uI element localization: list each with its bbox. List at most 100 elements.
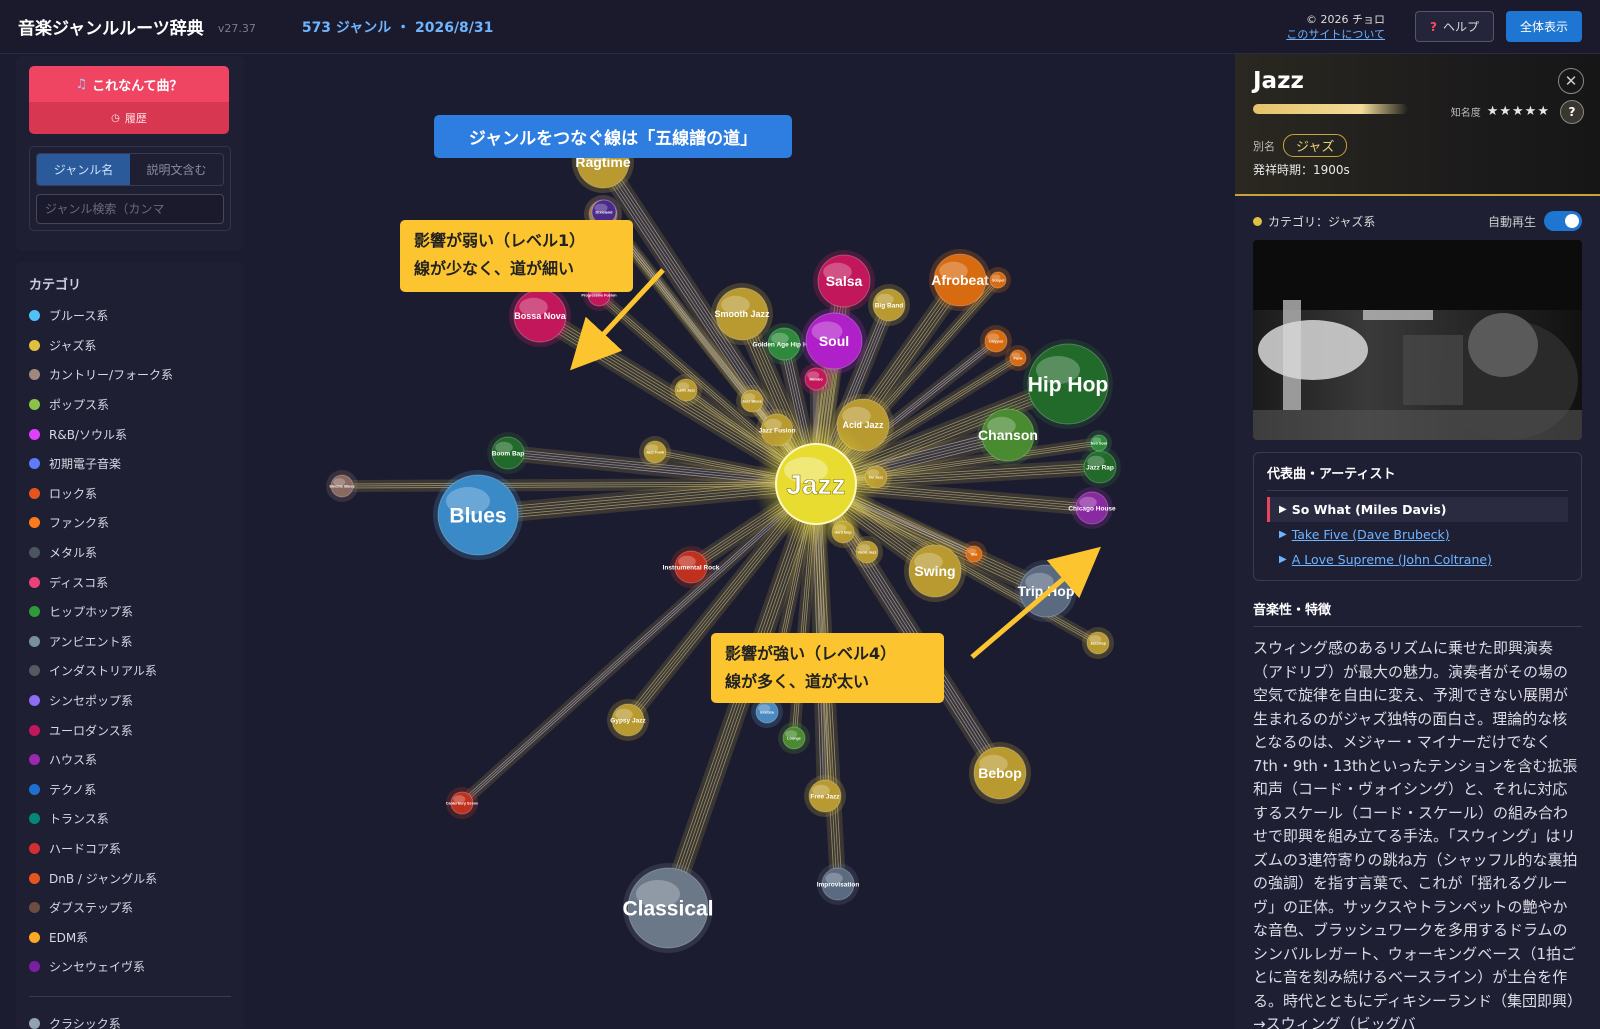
category-header: カテゴリ bbox=[29, 278, 82, 293]
genre-graph[interactable]: Ragtime Bossa Nova Smooth Jazz Golden Age H… bbox=[246, 54, 1234, 1029]
genre-node[interactable]: Chanson bbox=[977, 404, 1039, 466]
whatsong-button[interactable]: ♫ これなんて曲？ bbox=[29, 66, 229, 102]
category-item[interactable]: テクノ系 bbox=[29, 775, 231, 805]
genre-node[interactable]: Afrobeat bbox=[929, 249, 991, 311]
genre-node[interactable]: Jazz Funk bbox=[639, 436, 671, 468]
genre-node[interactable]: Blues bbox=[433, 470, 523, 560]
play-icon: ▶ bbox=[1279, 504, 1287, 515]
song-item[interactable]: ▶ A Love Supreme (John Coltrane) bbox=[1267, 547, 1568, 572]
category-item[interactable]: シンセウェイヴ系 bbox=[29, 952, 231, 982]
category-item[interactable]: EDM系 bbox=[29, 922, 231, 952]
genre-node[interactable]: Hip Hop bbox=[1023, 339, 1113, 429]
song-item[interactable]: ▶ Take Five (Dave Brubeck) bbox=[1267, 522, 1568, 547]
category-label: ファンク系 bbox=[49, 516, 110, 531]
genre-node[interactable]: Trip Hop bbox=[1015, 560, 1077, 622]
genre-node[interactable]: Gypsy Jazz bbox=[607, 699, 649, 741]
genre-node[interactable]: Jazz Blues bbox=[736, 385, 768, 417]
genre-search-input[interactable] bbox=[36, 194, 224, 224]
category-label: アンビエント系 bbox=[49, 634, 133, 649]
genre-node-label: Progressive Fusion bbox=[581, 293, 617, 297]
about-link[interactable]: このサイトについて bbox=[1286, 27, 1385, 42]
genre-node-label: Lounge bbox=[787, 736, 801, 740]
genre-node[interactable]: Vocal Jazz bbox=[851, 536, 883, 568]
category-item[interactable]: ダブステップ系 bbox=[29, 893, 231, 923]
genre-node[interactable]: Swing bbox=[904, 540, 966, 602]
category-item[interactable]: シンセポップ系 bbox=[29, 686, 231, 716]
genre-node[interactable]: Salsa bbox=[813, 250, 875, 312]
category-item[interactable]: カントリー/フォーク系 bbox=[29, 360, 231, 390]
genre-node[interactable]: Jazzstep bbox=[1082, 627, 1114, 659]
genre-node[interactable]: Bossa Nova bbox=[509, 285, 571, 347]
category-list: ブルース系 ジャズ系 カントリー/フォーク系 ポップス系 R&B/ソウル系 初期電子音楽ロ… bbox=[29, 301, 231, 982]
genre-node[interactable]: Latin Jazz bbox=[670, 374, 702, 406]
center-genre-node[interactable]: Jazz bbox=[754, 422, 878, 546]
category-item[interactable]: ファンク系 bbox=[29, 508, 231, 538]
genre-node[interactable]: Improvisation bbox=[817, 863, 860, 905]
category-item[interactable]: ユーロダンス系 bbox=[29, 715, 231, 745]
genre-node[interactable]: Electric Blues bbox=[326, 470, 358, 502]
category-label: シンセウェイヴ系 bbox=[49, 960, 146, 975]
genre-node[interactable]: Chicago House bbox=[1068, 487, 1116, 529]
genre-node-label: Trip Hop bbox=[1018, 583, 1075, 599]
genre-node-label: Hip Hop bbox=[1028, 373, 1108, 396]
category-label: DnB / ジャングル系 bbox=[49, 871, 158, 886]
category-item[interactable]: 初期電子音楽 bbox=[29, 449, 231, 479]
tab-genre-name[interactable]: ジャンル名 bbox=[37, 154, 130, 185]
genre-node[interactable]: Gospel bbox=[985, 267, 1011, 293]
songs-title: 代表曲・アーティスト bbox=[1267, 463, 1568, 491]
genre-node[interactable]: Ska bbox=[961, 541, 987, 567]
genre-node[interactable]: Mambo bbox=[800, 363, 832, 395]
category-item[interactable]: ハウス系 bbox=[29, 745, 231, 775]
song-list: ▶ So What (Miles Davis) ▶ Take Five (Dave B… bbox=[1267, 497, 1568, 572]
category-item[interactable]: ヒップホップ系 bbox=[29, 597, 231, 627]
category-item[interactable]: ロック系 bbox=[29, 479, 231, 509]
genre-node[interactable]: Neo Soul bbox=[1086, 430, 1112, 456]
genre-node[interactable]: Bebop bbox=[969, 742, 1031, 804]
category-label: ヒップホップ系 bbox=[49, 605, 134, 620]
genre-node[interactable]: Big Band bbox=[868, 284, 910, 326]
autoplay-toggle[interactable] bbox=[1544, 211, 1582, 231]
category-label: EDM系 bbox=[49, 930, 89, 945]
category-item[interactable]: ポップス系 bbox=[29, 390, 231, 420]
genre-node-label: Instrumental Rock bbox=[663, 564, 720, 571]
category-item[interactable]: インダストリアル系 bbox=[29, 656, 231, 686]
fame-rating: 知名度 ★★★★★ bbox=[1451, 104, 1550, 119]
category-item[interactable]: ジャズ系 bbox=[29, 331, 231, 361]
video-player[interactable] bbox=[1253, 240, 1582, 440]
genre-node-label: Boom Bap bbox=[492, 450, 525, 457]
category-item[interactable]: メタル系 bbox=[29, 538, 231, 568]
close-icon[interactable]: ✕ bbox=[1558, 68, 1584, 94]
genre-node[interactable]: Smooth Jazz bbox=[711, 283, 773, 345]
category-item[interactable]: ブルース系 bbox=[29, 301, 231, 331]
category-item[interactable]: トランス系 bbox=[29, 804, 231, 834]
fame-help-icon[interactable]: ? bbox=[1560, 100, 1584, 124]
category-item[interactable]: アンビエント系 bbox=[29, 627, 231, 657]
detail-title: Jazz bbox=[1253, 68, 1304, 94]
genre-node[interactable]: Canterbury Scene bbox=[446, 787, 479, 819]
category-item[interactable]: クラシック系 bbox=[29, 1009, 231, 1029]
genre-node[interactable]: Boom Bap bbox=[487, 432, 529, 474]
category-item[interactable]: DnB / ジャングル系 bbox=[29, 863, 231, 893]
genre-node-label: Jazz Funk bbox=[646, 450, 665, 454]
fame-label: 知名度 bbox=[1450, 108, 1481, 119]
clock-icon: ◷ bbox=[111, 112, 120, 124]
weak-callout-line1: 影響が弱い（レベル1） bbox=[414, 231, 586, 250]
category-label: ハードコア系 bbox=[49, 841, 122, 856]
category-item[interactable]: R&B/ソウル系 bbox=[29, 419, 231, 449]
category-color-dot bbox=[29, 754, 40, 766]
genre-node[interactable]: Funk bbox=[1005, 345, 1031, 371]
history-button[interactable]: ◷ 履歴 bbox=[29, 102, 229, 134]
genre-graph-canvas[interactable]: RagtimeBossa Nova Smooth JazzGolden Age H… bbox=[246, 54, 1234, 1029]
song-item[interactable]: ▶ So What (Miles Davis) bbox=[1267, 497, 1568, 522]
help-label: ヘルプ bbox=[1442, 20, 1479, 34]
genre-node[interactable]: Classical bbox=[622, 863, 714, 953]
category-label: シンセポップ系 bbox=[49, 694, 134, 709]
app-title: 音楽ジャンルルーツ辞典 bbox=[18, 19, 204, 39]
category-item[interactable]: ディスコ系 bbox=[29, 567, 231, 597]
tab-include-description[interactable]: 説明文含む bbox=[130, 154, 223, 185]
genre-node[interactable]: Free Jazz bbox=[804, 775, 846, 817]
show-all-button[interactable]: 全体表示 bbox=[1505, 11, 1582, 42]
category-item[interactable]: ハードコア系 bbox=[29, 834, 231, 864]
genre-node[interactable]: Lounge bbox=[778, 722, 810, 754]
help-button[interactable]: ? ヘルプ bbox=[1415, 11, 1494, 42]
